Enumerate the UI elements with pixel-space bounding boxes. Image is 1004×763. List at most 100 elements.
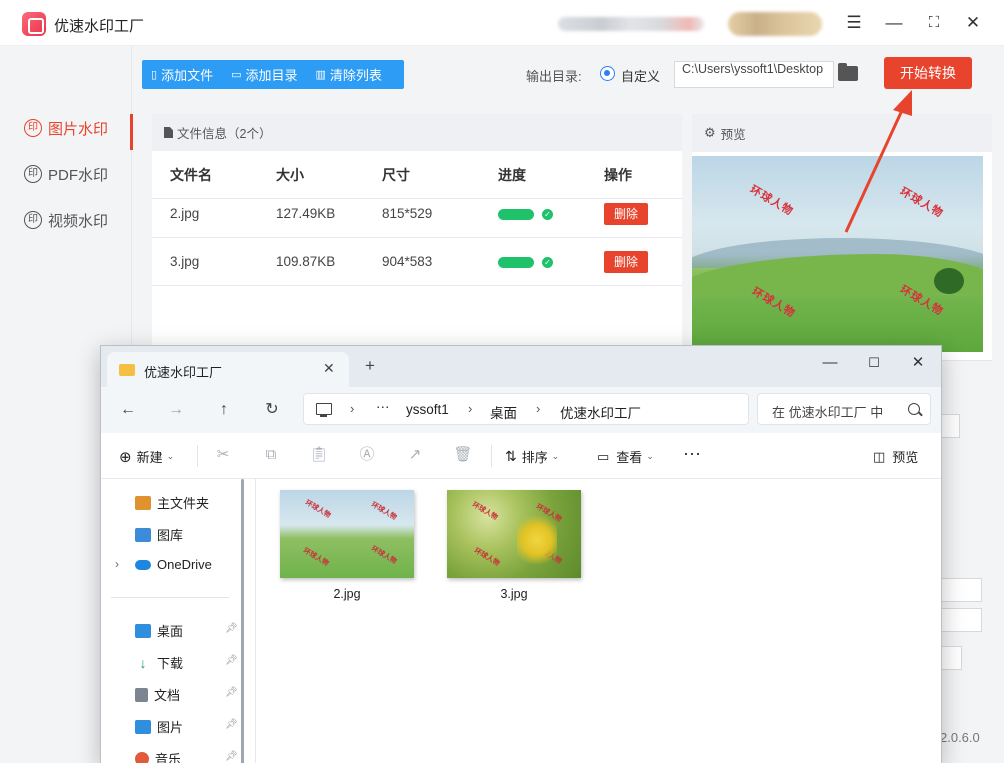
app-titlebar: 优速水印工厂 ☰ — ⛶ ✕ bbox=[0, 0, 1004, 46]
chevron-down-icon: ⌄ bbox=[166, 451, 175, 461]
maximize-icon[interactable]: ⛶ bbox=[923, 12, 945, 34]
nav-item-documents[interactable]: 文档 bbox=[135, 685, 180, 704]
check-icon: ✓ bbox=[542, 209, 553, 220]
pin-icon[interactable]: 📌︎ bbox=[225, 719, 238, 730]
nav-item-gallery[interactable]: 图库 bbox=[135, 525, 183, 544]
close-icon[interactable]: ✕ bbox=[907, 352, 929, 374]
copy-icon[interactable]: ⧉ bbox=[261, 445, 281, 465]
nav-divider bbox=[111, 597, 229, 598]
pin-icon[interactable]: 📌︎ bbox=[225, 687, 238, 698]
share-icon[interactable]: ↗ bbox=[405, 445, 425, 465]
nav-item-home[interactable]: 主文件夹 bbox=[135, 493, 209, 512]
delete-icon[interactable]: 🗑︎ bbox=[453, 445, 473, 465]
blurred-user-badge[interactable] bbox=[728, 12, 822, 36]
add-dir-button[interactable]: ▭ 添加目录 bbox=[222, 65, 306, 84]
start-convert-button[interactable]: 开始转换 bbox=[884, 57, 972, 89]
close-icon[interactable]: ✕ bbox=[962, 12, 984, 34]
clear-list-button[interactable]: ▥ 清除列表 bbox=[307, 65, 391, 84]
minimize-icon[interactable]: — bbox=[819, 352, 841, 374]
output-path-field[interactable]: C:\Users\yssoft1\Desktop bbox=[674, 61, 834, 88]
breadcrumb-item[interactable]: yssoft1 bbox=[406, 402, 449, 417]
back-icon[interactable]: ← bbox=[117, 399, 139, 421]
nav-item-desktop[interactable]: 桌面 bbox=[135, 621, 183, 640]
watermark-icon: 印 bbox=[24, 119, 42, 137]
chevron-right-icon[interactable]: › bbox=[115, 557, 119, 571]
paste-icon[interactable]: 📋︎ bbox=[309, 445, 329, 465]
number-stepper[interactable] bbox=[940, 646, 962, 670]
chevron-down-icon: ⌄ bbox=[646, 451, 654, 461]
preview-panel: ⚙ 预览 环球人物 环球人物 环球人物 环球人物 bbox=[692, 114, 992, 360]
sort-button[interactable]: ⇅ 排序 ⌄ bbox=[505, 447, 559, 466]
add-file-label: 添加文件 bbox=[161, 68, 214, 83]
view-button[interactable]: ▭ 查看 ⌄ bbox=[597, 447, 654, 466]
breadcrumb-item[interactable]: 优速水印工厂 bbox=[560, 402, 641, 422]
file-thumbnail[interactable]: 环球人物 环球人物 环球人物 环球人物 bbox=[447, 490, 581, 578]
nav-item-pictures[interactable]: 图片 bbox=[135, 717, 183, 736]
maximize-icon[interactable]: ☐ bbox=[863, 352, 885, 374]
menu-icon[interactable]: ☰ bbox=[843, 12, 865, 34]
forward-icon[interactable]: → bbox=[165, 399, 187, 421]
refresh-icon[interactable]: ↻ bbox=[261, 399, 283, 421]
browse-folder-icon[interactable] bbox=[838, 63, 858, 81]
file-icon: ▯ bbox=[151, 69, 158, 81]
separator bbox=[197, 445, 198, 467]
table-row[interactable]: 3.jpg 109.87KB 904*583 ✓ 删除 bbox=[152, 238, 682, 286]
sort-icon: ⇅ bbox=[505, 448, 517, 464]
explorer-tab[interactable]: 优速水印工厂 ✕ bbox=[107, 352, 349, 387]
pin-icon[interactable]: 📌︎ bbox=[225, 655, 238, 666]
file-explorer-window: 优速水印工厂 ✕ + — ☐ ✕ ← → ↑ ↻ › ··· yssoft1 ›… bbox=[100, 345, 942, 763]
new-tab-icon[interactable]: + bbox=[365, 356, 375, 376]
breadcrumb-item[interactable]: 桌面 bbox=[490, 402, 517, 422]
nav-scrollbar[interactable] bbox=[241, 479, 244, 763]
more-icon[interactable]: ··· bbox=[376, 399, 390, 414]
preview-pane-button[interactable]: ◫ 预览 bbox=[873, 447, 918, 466]
more-options-icon[interactable]: ··· bbox=[683, 443, 701, 464]
rename-icon[interactable]: Ⓐ bbox=[357, 445, 377, 465]
file-name-label[interactable]: 3.jpg bbox=[447, 587, 581, 601]
nav-item-downloads[interactable]: ↓ 下载 bbox=[135, 653, 184, 672]
delete-button[interactable]: 删除 bbox=[604, 251, 648, 273]
file-size: 109.87KB bbox=[276, 254, 336, 269]
file-name-label[interactable]: 2.jpg bbox=[280, 587, 414, 601]
file-info-panel: 文件信息（2个） 文件名 大小 尺寸 进度 操作 2.jpg 127.49KB … bbox=[152, 114, 682, 354]
cut-icon[interactable]: ✂ bbox=[213, 445, 233, 465]
pin-icon[interactable]: 📌︎ bbox=[225, 751, 238, 762]
arrow-head bbox=[893, 90, 912, 116]
folder-icon bbox=[119, 364, 135, 376]
sidebar-item-pdf-watermark[interactable]: 印 PDF水印 bbox=[0, 152, 132, 196]
sidebar-item-video-watermark[interactable]: 印 视频水印 bbox=[0, 198, 132, 242]
view-icon: ▭ bbox=[597, 448, 610, 464]
nav-item-onedrive[interactable]: OneDrive bbox=[135, 557, 212, 572]
file-info-title: 文件信息（2个） bbox=[177, 127, 272, 141]
up-icon[interactable]: ↑ bbox=[213, 399, 235, 421]
search-input[interactable]: 在 优速水印工厂 中 bbox=[757, 393, 931, 425]
sidebar-item-image-watermark[interactable]: 印 图片水印 bbox=[0, 106, 133, 150]
number-stepper[interactable] bbox=[940, 578, 982, 602]
file-view: 环球人物 环球人物 环球人物 环球人物 2.jpg 环球人物 环球人物 环球人物… bbox=[256, 479, 941, 763]
view-label: 查看 bbox=[616, 450, 643, 465]
number-stepper[interactable] bbox=[940, 608, 982, 632]
pin-icon[interactable]: 📌︎ bbox=[225, 623, 238, 634]
app-title: 优速水印工厂 bbox=[54, 18, 145, 35]
address-bar[interactable]: › ··· yssoft1 › 桌面 › 优速水印工厂 bbox=[303, 393, 749, 425]
document-icon bbox=[164, 127, 173, 138]
minimize-icon[interactable]: — bbox=[883, 12, 905, 34]
add-file-button[interactable]: ▯ 添加文件 bbox=[142, 65, 222, 84]
nav-label: 主文件夹 bbox=[157, 496, 210, 511]
dropdown-control[interactable] bbox=[940, 414, 960, 438]
nav-label: 图库 bbox=[157, 528, 184, 543]
preview-header: ⚙ 预览 bbox=[692, 114, 992, 152]
tab-close-icon[interactable]: ✕ bbox=[323, 360, 335, 377]
custom-dir-radio[interactable] bbox=[600, 66, 615, 81]
explorer-tabbar: 优速水印工厂 ✕ + — ☐ ✕ bbox=[101, 346, 941, 387]
desktop-icon bbox=[135, 623, 151, 638]
file-thumbnail[interactable]: 环球人物 环球人物 环球人物 环球人物 bbox=[280, 490, 414, 578]
preview-label: 预览 bbox=[892, 450, 919, 465]
watermark-stamp: 环球人物 bbox=[749, 285, 798, 321]
nav-item-music[interactable]: 音乐 bbox=[135, 749, 181, 763]
delete-button[interactable]: 删除 bbox=[604, 203, 648, 225]
chevron-right-icon: › bbox=[468, 401, 473, 416]
preview-pane-icon: ◫ bbox=[873, 448, 886, 464]
new-button[interactable]: ⊕ 新建 ⌄ bbox=[119, 447, 174, 466]
table-row[interactable]: 2.jpg 127.49KB 815*529 ✓ 删除 bbox=[152, 190, 682, 238]
